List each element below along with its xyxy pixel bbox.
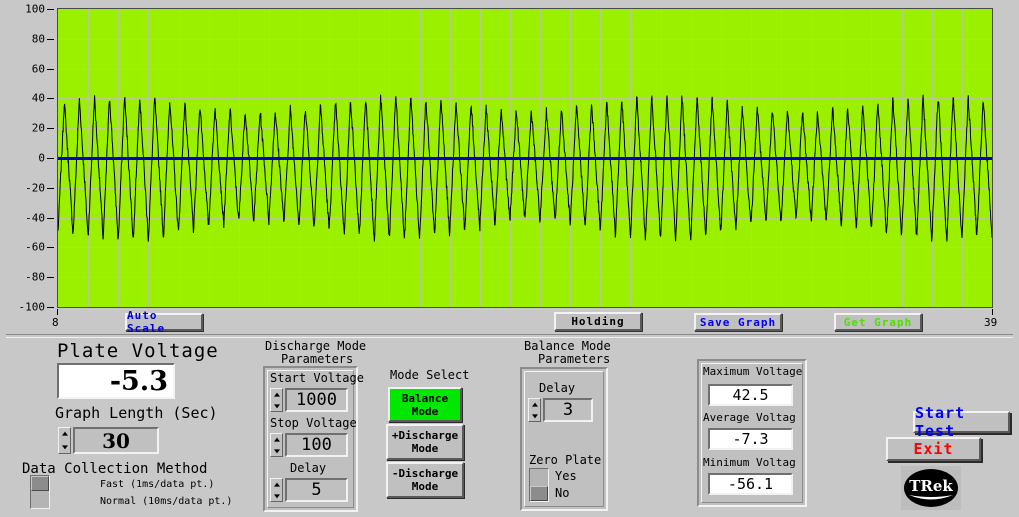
y-axis-tick <box>47 39 54 40</box>
zero-reference-line <box>58 157 992 160</box>
average-voltage-label: Average Voltag <box>703 411 796 424</box>
y-axis-label: 80 <box>32 32 45 45</box>
y-axis-label: -80 <box>25 271 45 284</box>
application-window: 100 80 60 40 20 0 -20 -40 -60 -80 -100 8 39 Auto S… <box>0 0 1019 517</box>
svg-text:TRek: TRek <box>909 477 953 495</box>
get-graph-button[interactable]: Get Graph <box>834 313 922 331</box>
y-axis-label: -100 <box>19 301 46 314</box>
y-axis-label: 0 <box>38 152 45 165</box>
x-axis-label-start: 8 <box>52 316 59 329</box>
stepper-down-icon[interactable] <box>271 400 282 411</box>
graph-length-value[interactable]: 30 <box>73 427 159 454</box>
graph-length-label: Graph Length (Sec) <box>55 404 218 422</box>
exit-button[interactable]: Exit <box>886 437 981 461</box>
stepper-up-icon[interactable] <box>271 389 282 400</box>
plot-area[interactable] <box>57 8 993 308</box>
y-axis-label: -20 <box>25 181 45 194</box>
zero-plate-label: Zero Plate <box>529 453 601 467</box>
y-axis-tick <box>47 98 54 99</box>
discharge-mode-title-line2: Parameters <box>281 352 353 366</box>
y-axis-tick <box>47 9 54 10</box>
average-voltage-value: -7.3 <box>708 428 793 450</box>
discharge-mode-title-line1: Discharge Mode <box>265 339 366 353</box>
y-axis-label: 40 <box>32 92 45 105</box>
mode-button-negative-discharge[interactable]: -Discharge Mode <box>386 462 464 498</box>
stepper-down-icon[interactable] <box>271 490 282 501</box>
discharge-delay-label: Delay <box>290 461 326 475</box>
mode-button-line1: +Discharge <box>392 429 458 442</box>
stop-voltage-value[interactable]: 100 <box>285 433 348 457</box>
balance-mode-title-line1: Balance Mode <box>524 339 611 353</box>
stepper-up-icon[interactable] <box>271 434 282 445</box>
y-axis-label: 100 <box>25 3 45 16</box>
start-test-button[interactable]: Start Test <box>913 411 1010 433</box>
maximum-voltage-label: Maximum Voltage <box>703 365 802 378</box>
minimum-voltage-value: -56.1 <box>708 473 793 495</box>
x-axis-tick-start <box>57 309 58 315</box>
plate-voltage-title: Plate Voltage <box>57 340 219 362</box>
y-axis-tick <box>47 188 54 189</box>
y-axis-tick <box>47 277 54 278</box>
y-axis-tick <box>47 218 54 219</box>
zero-plate-switch[interactable] <box>529 468 549 502</box>
graph-length-stepper[interactable] <box>58 427 71 454</box>
save-graph-button[interactable]: Save Graph <box>694 313 782 331</box>
mode-button-line1: -Discharge <box>392 467 458 480</box>
mode-button-line2: Mode <box>412 480 439 493</box>
zero-plate-option-no[interactable]: No <box>555 486 569 500</box>
minimum-voltage-label: Minimum Voltag <box>703 456 796 469</box>
y-axis-tick <box>47 307 54 308</box>
maximum-voltage-value: 42.5 <box>708 384 793 406</box>
auto-scale-button[interactable]: Auto Scale <box>125 313 203 331</box>
stop-voltage-stepper[interactable] <box>270 433 283 457</box>
y-axis-tick <box>47 247 54 248</box>
start-voltage-stepper[interactable] <box>270 388 283 412</box>
y-axis-label: 60 <box>32 62 45 75</box>
discharge-delay-value[interactable]: 5 <box>285 478 348 502</box>
y-axis-tick <box>47 69 54 70</box>
start-voltage-label: Start Voltage <box>270 371 364 385</box>
data-collection-option-normal[interactable]: Normal (10ms/data pt.) <box>100 496 232 507</box>
trek-logo: TRek <box>901 466 961 510</box>
panel-divider <box>6 334 1013 338</box>
mode-button-line1: Balance <box>402 392 448 405</box>
mode-select-title: Mode Select <box>390 368 469 382</box>
stepper-up-icon[interactable] <box>271 479 282 490</box>
stepper-up-icon[interactable] <box>59 428 70 441</box>
y-axis-tick <box>47 158 54 159</box>
zero-plate-option-yes[interactable]: Yes <box>555 469 577 483</box>
y-axis-label: -60 <box>25 241 45 254</box>
y-axis-label: -40 <box>25 211 45 224</box>
start-voltage-value[interactable]: 1000 <box>285 388 348 412</box>
data-collection-option-fast[interactable]: Fast (1ms/data pt.) <box>100 479 214 490</box>
y-axis: 100 80 60 40 20 0 -20 -40 -60 -80 -100 <box>0 0 57 316</box>
stop-voltage-label: Stop Voltage <box>270 416 357 430</box>
switch-knob <box>530 486 548 501</box>
stepper-up-icon[interactable] <box>529 399 540 410</box>
x-axis-tick-end <box>992 309 993 315</box>
plate-voltage-display: -5.3 <box>57 363 175 399</box>
stepper-down-icon[interactable] <box>529 410 540 421</box>
switch-knob <box>31 476 49 491</box>
balance-delay-label: Delay <box>539 381 575 395</box>
mode-button-line2: Mode <box>412 442 439 455</box>
mode-button-line2: Mode <box>412 405 439 418</box>
y-axis-label: 20 <box>32 122 45 135</box>
mode-button-balance[interactable]: Balance Mode <box>388 387 462 422</box>
holding-button[interactable]: Holding <box>554 312 642 331</box>
balance-delay-value[interactable]: 3 <box>543 398 593 422</box>
y-axis-tick <box>47 128 54 129</box>
stepper-down-icon[interactable] <box>271 445 282 456</box>
graph-panel: 100 80 60 40 20 0 -20 -40 -60 -80 -100 8 39 Auto S… <box>0 0 1019 336</box>
trek-logo-icon: TRek <box>903 468 959 508</box>
stepper-down-icon[interactable] <box>59 441 70 454</box>
discharge-delay-stepper[interactable] <box>270 478 283 502</box>
balance-mode-title-line2: Parameters <box>538 352 610 366</box>
mode-button-positive-discharge[interactable]: +Discharge Mode <box>386 424 464 460</box>
balance-delay-stepper[interactable] <box>528 398 541 422</box>
data-collection-switch[interactable] <box>30 475 50 509</box>
x-axis-label-end: 39 <box>984 316 997 329</box>
